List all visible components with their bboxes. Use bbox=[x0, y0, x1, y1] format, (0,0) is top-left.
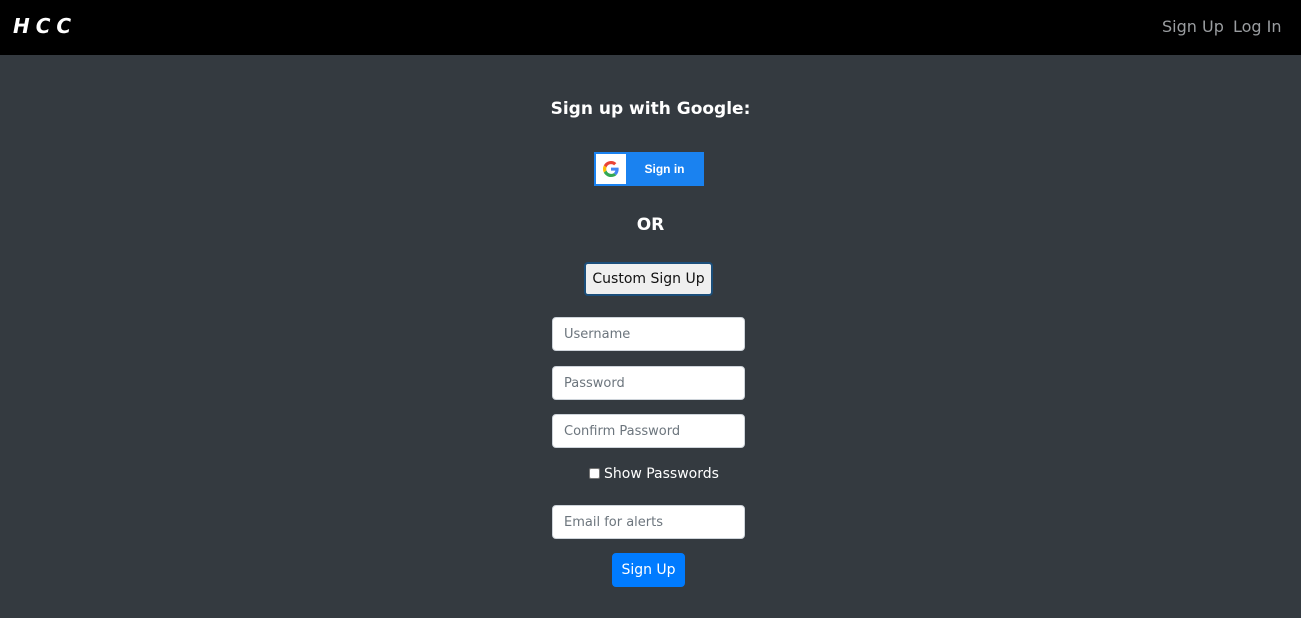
brand-logo[interactable]: HCC bbox=[13, 13, 77, 39]
google-sign-in-label: Sign in bbox=[644, 162, 685, 176]
google-logo-icon bbox=[596, 154, 626, 184]
navbar: HCC Sign Up Log In bbox=[0, 0, 1301, 55]
show-passwords-checkbox[interactable] bbox=[589, 468, 600, 479]
google-signup-heading: Sign up with Google: bbox=[550, 99, 751, 119]
password-input[interactable] bbox=[552, 366, 745, 400]
sign-up-submit-button[interactable]: Sign Up bbox=[612, 553, 685, 587]
custom-sign-up-button[interactable]: Custom Sign Up bbox=[584, 262, 713, 296]
signup-panel: Sign up with Google: Sign in OR Custom S… bbox=[0, 55, 1301, 618]
nav-link-log-in[interactable]: Log In bbox=[1233, 17, 1282, 37]
username-input[interactable] bbox=[552, 317, 745, 351]
google-sign-in-button[interactable]: Sign in bbox=[594, 152, 704, 186]
or-separator: OR bbox=[636, 215, 665, 235]
show-passwords-label[interactable]: Show Passwords bbox=[604, 465, 719, 483]
confirm-password-input[interactable] bbox=[552, 414, 745, 448]
nav-link-sign-up[interactable]: Sign Up bbox=[1162, 17, 1224, 37]
email-alerts-input[interactable] bbox=[552, 505, 745, 539]
